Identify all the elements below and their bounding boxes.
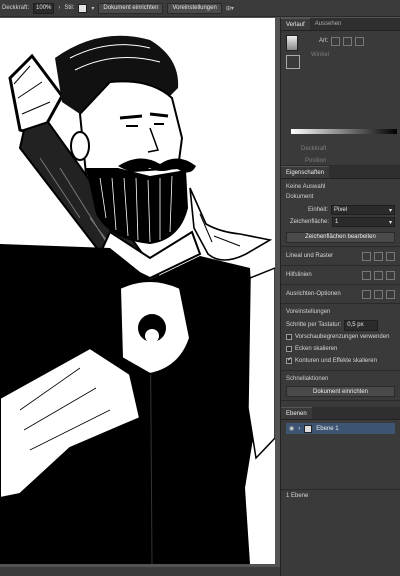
ruler-icon[interactable] <box>362 251 371 261</box>
document-heading: Dokument <box>286 194 314 200</box>
layer-row[interactable]: ◉ › Ebene 1 <box>286 423 395 434</box>
gradient-swatch[interactable] <box>286 35 298 51</box>
quick-actions-section: Schnellaktionen Dokument einrichten <box>281 371 400 401</box>
document-setup-button[interactable]: Dokument einrichten <box>98 2 164 14</box>
chevron-down-icon: ▾ <box>388 219 392 226</box>
right-panel-dock: Verlauf Aussehen Art: Winkel Deckkraft P… <box>280 18 400 576</box>
rulers-grids-section: Lineal und Raster <box>281 247 400 266</box>
fill-stroke-icon[interactable] <box>286 55 300 69</box>
layer-name[interactable]: Ebene 1 <box>316 426 338 432</box>
chevron-right-icon[interactable]: › <box>298 426 300 432</box>
align-center-icon[interactable] <box>374 289 383 299</box>
right-sleeve <box>247 267 275 460</box>
no-selection-label: Keine Auswahl <box>286 184 326 190</box>
type-label: Art: <box>319 38 329 44</box>
layers-panel-tabs: Ebenen <box>281 407 400 420</box>
linear-gradient-icon[interactable] <box>331 36 341 46</box>
keyboard-increment-label: Schritte per Tastatur: <box>286 322 342 328</box>
smart-guides-icon[interactable] <box>386 270 395 280</box>
checkbox-scale-corners-label: Ecken skalieren <box>295 346 338 352</box>
preferences-button[interactable]: Voreinstellungen <box>167 2 222 14</box>
grid-icon[interactable] <box>374 251 383 261</box>
style-label: Stil: <box>64 5 75 11</box>
checkbox-scale-strokes[interactable] <box>286 356 292 364</box>
style-chevron-down-icon[interactable]: ▾ <box>91 5 94 12</box>
properties-section: Keine Auswahl Dokument Einheit: Pixel ▾ Z… <box>281 179 400 247</box>
checkbox-preview-bounds[interactable] <box>286 334 292 340</box>
keyboard-increment-input[interactable]: 0,5 px <box>344 319 379 331</box>
artboard-dropdown[interactable]: 1 ▾ <box>332 217 395 227</box>
artboard-value: 1 <box>335 219 339 225</box>
align-options-section: Ausrichten-Optionen <box>281 285 400 304</box>
radial-gradient-icon[interactable] <box>343 36 353 46</box>
chevron-down-icon: ▾ <box>388 207 392 214</box>
angle-label: Winkel <box>311 52 330 58</box>
layer-thumbnail <box>304 424 313 433</box>
style-swatch[interactable] <box>78 3 88 13</box>
position-label: Position <box>305 158 327 164</box>
units-label: Einheit: <box>308 207 329 213</box>
layers-count-label: 1 Ebene <box>286 493 309 499</box>
illustration-bearded-man <box>0 35 275 564</box>
show-guides-icon[interactable] <box>362 270 371 280</box>
opacity-chevron-icon[interactable]: › <box>58 5 60 11</box>
properties-panel-tabs: Eigenschaften <box>281 166 400 179</box>
opacity-label-gradient: Deckkraft <box>301 146 327 152</box>
arrange-icon[interactable]: ⊞▾ <box>226 5 234 12</box>
checkbox-scale-corners[interactable] <box>286 346 292 352</box>
rulers-grids-label: Lineal und Raster <box>286 253 334 259</box>
history-panel-tabs: Verlauf Aussehen <box>281 18 400 31</box>
lock-guides-icon[interactable] <box>374 270 383 280</box>
align-options-label: Ausrichten-Optionen <box>286 291 341 297</box>
eye-icon[interactable]: ◉ <box>289 425 294 432</box>
artboard-label: Zeichenfläche: <box>290 219 330 225</box>
units-value: Pixel <box>334 207 348 213</box>
checkbox-scale-strokes-label: Konturen und Effekte skalieren <box>295 358 377 364</box>
edit-artboards-button[interactable]: Zeichenflächen bearbeiten <box>286 231 395 243</box>
control-bar: Deckkraft: 100% › Stil: ▾ Dokument einri… <box>0 0 400 17</box>
align-right-icon[interactable] <box>386 289 395 299</box>
checkbox-preview-bounds-label: Vorschaubegrenzungen verwenden <box>295 334 390 340</box>
gradient-section: Art: Winkel Deckkraft Position <box>281 31 400 166</box>
preferences-section: Voreinstellungen Schritte per Tastatur: … <box>281 304 400 371</box>
quick-document-setup-button[interactable]: Dokument einrichten <box>286 386 395 397</box>
align-left-icon[interactable] <box>362 289 371 299</box>
canvas[interactable] <box>0 18 280 567</box>
preferences-heading: Voreinstellungen <box>286 309 331 315</box>
layers-footer: 1 Ebene <box>281 490 400 502</box>
guides-section: Hilfslinien <box>281 266 400 285</box>
units-dropdown[interactable]: Pixel ▾ <box>331 205 395 215</box>
transparency-grid-icon[interactable] <box>386 251 395 261</box>
opacity-field[interactable]: 100% <box>33 2 55 14</box>
layers-section: ◉ › Ebene 1 <box>281 420 400 490</box>
ear <box>70 131 90 161</box>
quick-actions-heading: Schnellaktionen <box>286 376 329 382</box>
artboard[interactable] <box>0 18 275 564</box>
tab-appearance[interactable]: Aussehen <box>310 18 347 30</box>
freeform-gradient-icon[interactable] <box>355 36 365 46</box>
tab-history[interactable]: Verlauf <box>281 18 310 30</box>
tab-layers[interactable]: Ebenen <box>281 407 312 419</box>
gradient-slider[interactable] <box>291 129 397 134</box>
bird <box>189 187 273 261</box>
axe-head <box>8 53 64 138</box>
tab-properties[interactable]: Eigenschaften <box>281 166 330 178</box>
status-bar <box>0 567 280 576</box>
guides-label: Hilfslinien <box>286 272 312 278</box>
opacity-label: Deckkraft: <box>2 5 30 11</box>
